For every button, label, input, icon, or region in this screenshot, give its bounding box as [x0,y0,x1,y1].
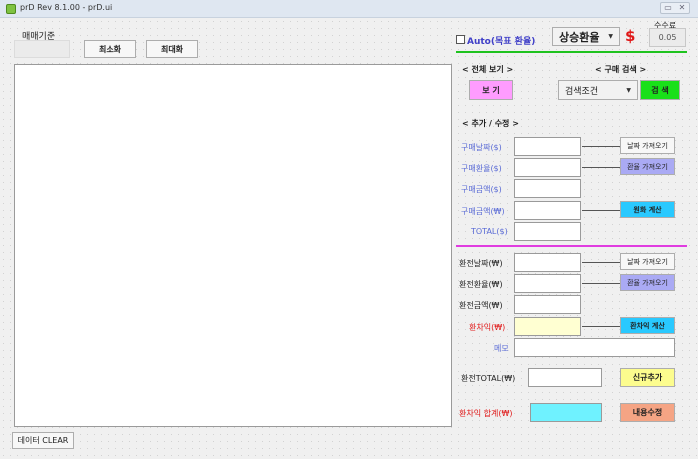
total-usd-field[interactable] [514,222,581,241]
chevron-down-icon: ▼ [608,33,613,40]
data-list[interactable] [14,64,452,427]
buy-get-date-button[interactable]: 날짜 가져오기 [620,137,675,154]
search-condition-value: 검색조건 [565,86,599,97]
connector-line [582,146,620,147]
exchange-get-date-button[interactable]: 날짜 가져오기 [620,253,675,270]
magenta-divider [456,245,687,247]
edit-section-title: < 추가 / 수정 > [462,119,519,128]
data-clear-button[interactable]: 데이터 CLEAR [12,432,74,449]
search-button[interactable]: 검 색 [640,80,680,100]
auto-checkbox[interactable] [456,35,465,44]
client-area: 매매기준 최소화 최대화 데이터 CLEAR Auto(목표 환율) 상승환율 … [0,18,698,459]
buy-rate-field[interactable] [514,158,581,177]
buy-amount-usd-field[interactable] [514,179,581,198]
exchange-total-field[interactable] [528,368,602,387]
window-title: prD Rev 8.1.00 - prD.ui [20,3,113,12]
search-section-title: < 구매 검색 > [595,65,647,74]
buy-date-label: 구매날짜($) [461,143,502,152]
fee-value: 0.05 [649,28,686,47]
total-usd-label: TOTAL($) [471,227,508,236]
memo-field[interactable] [514,338,675,357]
search-condition-select[interactable]: 검색조건 ▼ [558,80,638,100]
exchange-amount-label: 환전금액(₩) [459,301,503,310]
memo-label: 메모 [494,344,509,353]
view-button[interactable]: 보 기 [469,80,513,100]
modify-button[interactable]: 내용수정 [620,403,675,422]
exchange-profit-label: 환차익(₩) [469,323,506,332]
window-controls: ▭ ✕ [660,2,690,14]
exchange-total-label: 환전TOTAL(₩) [461,374,516,383]
buy-rate-label: 구매환율($) [461,164,502,173]
rate-direction-value: 상승환율 [559,30,600,44]
green-divider [456,51,687,53]
connector-line [582,210,620,211]
connector-line [582,262,620,263]
criteria-display [14,40,70,58]
exchange-rate-field[interactable] [514,274,581,293]
calc-krw-button[interactable]: 원화 계산 [620,201,675,218]
chevron-down-icon: ▼ [626,86,631,94]
minimize-view-button[interactable]: 최소화 [84,40,136,58]
title-bar: prD Rev 8.1.00 - prD.ui ▭ ✕ [0,0,698,18]
exchange-get-rate-button[interactable]: 환율 가져오기 [620,274,675,291]
exchange-rate-label: 환전환율(₩) [459,280,503,289]
rate-direction-select[interactable]: 상승환율 ▼ [552,27,620,46]
buy-date-field[interactable] [514,137,581,156]
buy-amount-krw-field[interactable] [514,201,581,220]
exchange-date-label: 환전날짜(₩) [459,259,503,268]
exchange-date-field[interactable] [514,253,581,272]
profit-sum-label: 환차익 합계(₩) [459,409,513,418]
view-section-title: < 전체 보기 > [462,65,514,74]
dollar-sign: $ [625,27,636,45]
app-icon [6,4,16,14]
connector-line [582,283,620,284]
buy-get-rate-button[interactable]: 환율 가져오기 [620,158,675,175]
connector-line [582,326,620,327]
exchange-amount-field[interactable] [514,295,581,314]
buy-amount-krw-label: 구매금액(₩) [461,207,505,216]
connector-line [582,167,620,168]
buy-amount-usd-label: 구매금액($) [461,185,502,194]
minimize-window-icon[interactable]: ▭ [661,3,675,13]
profit-sum-field[interactable] [530,403,602,422]
new-add-button[interactable]: 신규추가 [620,368,675,387]
exchange-profit-field[interactable] [514,317,581,336]
auto-label: Auto(목표 환율) [467,37,536,47]
maximize-view-button[interactable]: 최대화 [146,40,198,58]
close-window-icon[interactable]: ✕ [675,3,689,13]
calc-profit-button[interactable]: 환차익 계산 [620,317,675,334]
